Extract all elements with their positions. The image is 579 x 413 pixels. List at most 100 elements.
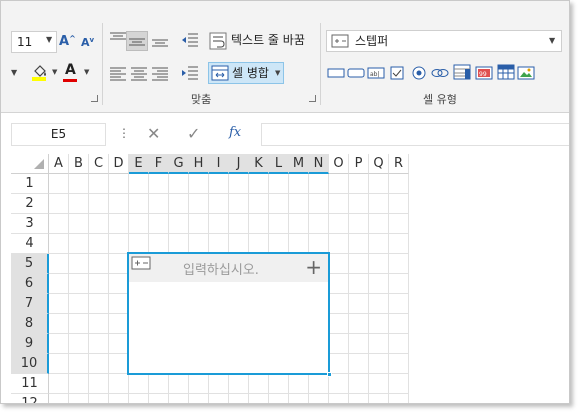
- font-color-button[interactable]: A ▼: [63, 62, 93, 85]
- align-top-icon[interactable]: [109, 32, 127, 46]
- cell[interactable]: [49, 174, 69, 194]
- more-options-icon[interactable]: ⋮: [118, 126, 130, 140]
- cell[interactable]: [389, 394, 409, 403]
- cell[interactable]: [349, 214, 369, 234]
- cell[interactable]: [89, 394, 109, 403]
- cell[interactable]: [329, 174, 349, 194]
- cell[interactable]: [309, 174, 329, 194]
- cell[interactable]: [149, 374, 169, 394]
- cell[interactable]: [69, 254, 89, 274]
- cell[interactable]: [289, 214, 309, 234]
- dropdown-arrow-icon[interactable]: ▼: [11, 68, 17, 77]
- cell[interactable]: [349, 354, 369, 374]
- cell[interactable]: [329, 214, 349, 234]
- cell[interactable]: [109, 254, 129, 274]
- cell[interactable]: [369, 294, 389, 314]
- cell[interactable]: [89, 234, 109, 254]
- cell[interactable]: [149, 394, 169, 403]
- cell-style-dropdown[interactable]: 스텝퍼 ▼: [326, 30, 562, 52]
- cell[interactable]: [389, 194, 409, 214]
- cell[interactable]: [389, 294, 409, 314]
- cell[interactable]: [229, 374, 249, 394]
- cell[interactable]: [89, 254, 109, 274]
- number-icon[interactable]: 99: [475, 65, 493, 81]
- cell[interactable]: [309, 234, 329, 254]
- cell[interactable]: [209, 194, 229, 214]
- cell[interactable]: [109, 214, 129, 234]
- list-icon[interactable]: [497, 64, 515, 80]
- cell[interactable]: [129, 174, 149, 194]
- row-header-5[interactable]: 5: [11, 254, 49, 274]
- row-header-11[interactable]: 11: [11, 374, 49, 394]
- cell[interactable]: [89, 194, 109, 214]
- column-header-f[interactable]: F: [149, 154, 169, 174]
- cell[interactable]: [49, 374, 69, 394]
- cell[interactable]: [129, 394, 149, 403]
- cell[interactable]: [109, 194, 129, 214]
- stepper-cell-editor[interactable]: 입력하십시오. +: [127, 252, 332, 377]
- fill-color-button[interactable]: ▼: [31, 63, 61, 85]
- column-header-b[interactable]: B: [69, 154, 89, 174]
- cell[interactable]: [169, 214, 189, 234]
- cell[interactable]: [149, 214, 169, 234]
- align-right-icon[interactable]: [151, 67, 169, 81]
- cell[interactable]: [149, 174, 169, 194]
- cell[interactable]: [249, 374, 269, 394]
- combobox-icon[interactable]: [453, 64, 471, 80]
- row-header-9[interactable]: 9: [11, 334, 49, 354]
- cell[interactable]: [329, 254, 349, 274]
- cell[interactable]: [109, 274, 129, 294]
- cell[interactable]: [49, 394, 69, 403]
- cell[interactable]: [129, 374, 149, 394]
- row-header-2[interactable]: 2: [11, 194, 49, 214]
- column-header-c[interactable]: C: [89, 154, 109, 174]
- cell[interactable]: [209, 214, 229, 234]
- cell[interactable]: [389, 254, 409, 274]
- column-header-a[interactable]: A: [49, 154, 69, 174]
- cell[interactable]: [309, 374, 329, 394]
- cell[interactable]: [69, 374, 89, 394]
- cell[interactable]: [309, 394, 329, 403]
- cell[interactable]: [69, 354, 89, 374]
- cell[interactable]: [209, 234, 229, 254]
- increase-font-icon[interactable]: A^: [59, 34, 76, 49]
- cell[interactable]: [269, 194, 289, 214]
- cell[interactable]: [349, 194, 369, 214]
- cell[interactable]: [249, 394, 269, 403]
- insert-function-icon[interactable]: fx: [229, 125, 241, 140]
- enter-icon[interactable]: ✓: [187, 124, 200, 143]
- cell[interactable]: [389, 314, 409, 334]
- cell[interactable]: [129, 234, 149, 254]
- cell[interactable]: [309, 194, 329, 214]
- cell[interactable]: [69, 174, 89, 194]
- cell[interactable]: [169, 374, 189, 394]
- cell[interactable]: [369, 194, 389, 214]
- cell[interactable]: [109, 314, 129, 334]
- column-header-m[interactable]: M: [289, 154, 309, 174]
- cancel-icon[interactable]: ✕: [147, 124, 160, 143]
- cell[interactable]: [309, 214, 329, 234]
- cell[interactable]: [249, 194, 269, 214]
- cell[interactable]: [169, 174, 189, 194]
- cell[interactable]: [289, 234, 309, 254]
- column-header-h[interactable]: H: [189, 154, 209, 174]
- cell[interactable]: [269, 174, 289, 194]
- hyperlink-icon[interactable]: [431, 65, 449, 81]
- cell[interactable]: [349, 294, 369, 314]
- cell[interactable]: [69, 334, 89, 354]
- cell[interactable]: [49, 234, 69, 254]
- cell[interactable]: [289, 194, 309, 214]
- column-header-r[interactable]: R: [389, 154, 409, 174]
- cell[interactable]: [189, 394, 209, 403]
- cell[interactable]: [49, 334, 69, 354]
- row-header-8[interactable]: 8: [11, 314, 49, 334]
- row-header-4[interactable]: 4: [11, 234, 49, 254]
- alignment-group-launcher[interactable]: [309, 95, 316, 102]
- stepper-plus-button[interactable]: +: [305, 254, 322, 280]
- cell[interactable]: [269, 214, 289, 234]
- cell[interactable]: [49, 294, 69, 314]
- cell[interactable]: [249, 234, 269, 254]
- cell[interactable]: [369, 394, 389, 403]
- image-icon[interactable]: [517, 65, 535, 81]
- label-icon[interactable]: ab|: [367, 65, 385, 81]
